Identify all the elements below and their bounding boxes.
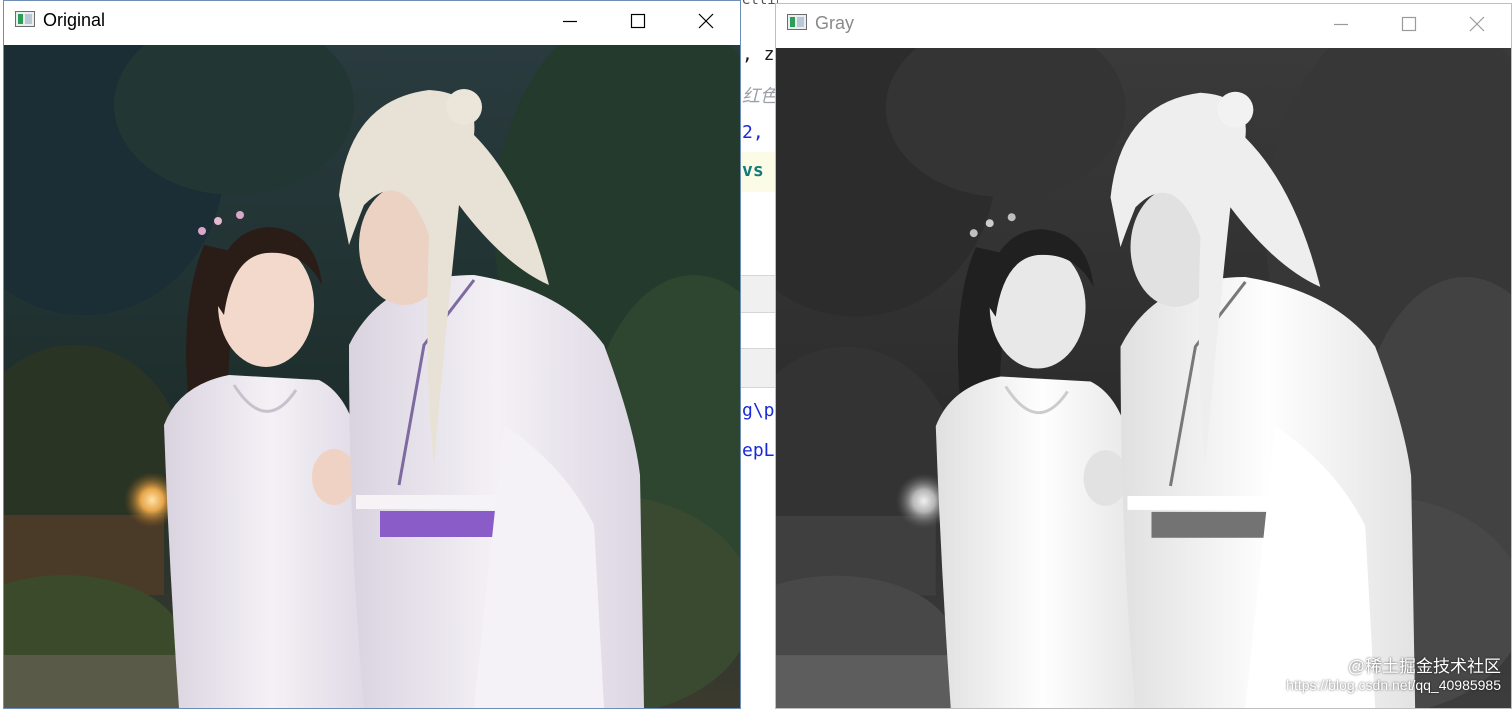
maximize-button[interactable] bbox=[604, 1, 672, 41]
gray-image-window[interactable]: Gray @稀土掘金技术社区 https://blog.csdn.net/qq_… bbox=[775, 3, 1512, 709]
code-line: etting bbox=[742, 0, 778, 8]
maximize-icon bbox=[630, 13, 646, 29]
photo-couple-in-white-robes bbox=[4, 45, 740, 708]
title-bar[interactable]: Original bbox=[4, 1, 740, 45]
image-viewport bbox=[4, 45, 740, 708]
editor-panel-divider bbox=[738, 348, 778, 388]
background-code-editor: etting , z 红色 2, vs g\p epLe bbox=[738, 0, 778, 709]
window-controls bbox=[1307, 4, 1511, 48]
opencv-window-icon bbox=[15, 11, 35, 27]
close-icon bbox=[1469, 16, 1485, 32]
code-line: 2, bbox=[742, 122, 764, 143]
watermark: @稀土掘金技术社区 https://blog.csdn.net/qq_40985… bbox=[1286, 657, 1501, 694]
code-line: vs bbox=[742, 160, 764, 181]
close-button[interactable] bbox=[1443, 4, 1511, 44]
minimize-icon bbox=[1334, 23, 1348, 26]
opencv-window-icon bbox=[787, 14, 807, 30]
close-icon bbox=[698, 13, 714, 29]
minimize-button[interactable] bbox=[1307, 4, 1375, 44]
code-line: epLe bbox=[742, 440, 778, 461]
maximize-button[interactable] bbox=[1375, 4, 1443, 44]
code-comment: 红色 bbox=[742, 86, 778, 107]
code-line: g\p bbox=[742, 400, 775, 421]
close-button[interactable] bbox=[672, 1, 740, 41]
watermark-url: https://blog.csdn.net/qq_40985985 bbox=[1286, 677, 1501, 694]
watermark-line: @稀土掘金技术社区 bbox=[1347, 656, 1501, 676]
window-title: Gray bbox=[815, 13, 855, 33]
editor-panel-divider bbox=[738, 275, 778, 313]
title-bar[interactable]: Gray bbox=[776, 4, 1511, 48]
original-image-window[interactable]: Original bbox=[3, 0, 741, 709]
window-controls bbox=[536, 1, 740, 45]
minimize-icon bbox=[563, 20, 577, 23]
photo-couple-in-white-robes-grayscale bbox=[776, 48, 1511, 708]
code-line: , z bbox=[742, 44, 775, 65]
window-title: Original bbox=[43, 10, 106, 30]
maximize-icon bbox=[1401, 16, 1417, 32]
minimize-button[interactable] bbox=[536, 1, 604, 41]
image-viewport bbox=[776, 48, 1511, 708]
